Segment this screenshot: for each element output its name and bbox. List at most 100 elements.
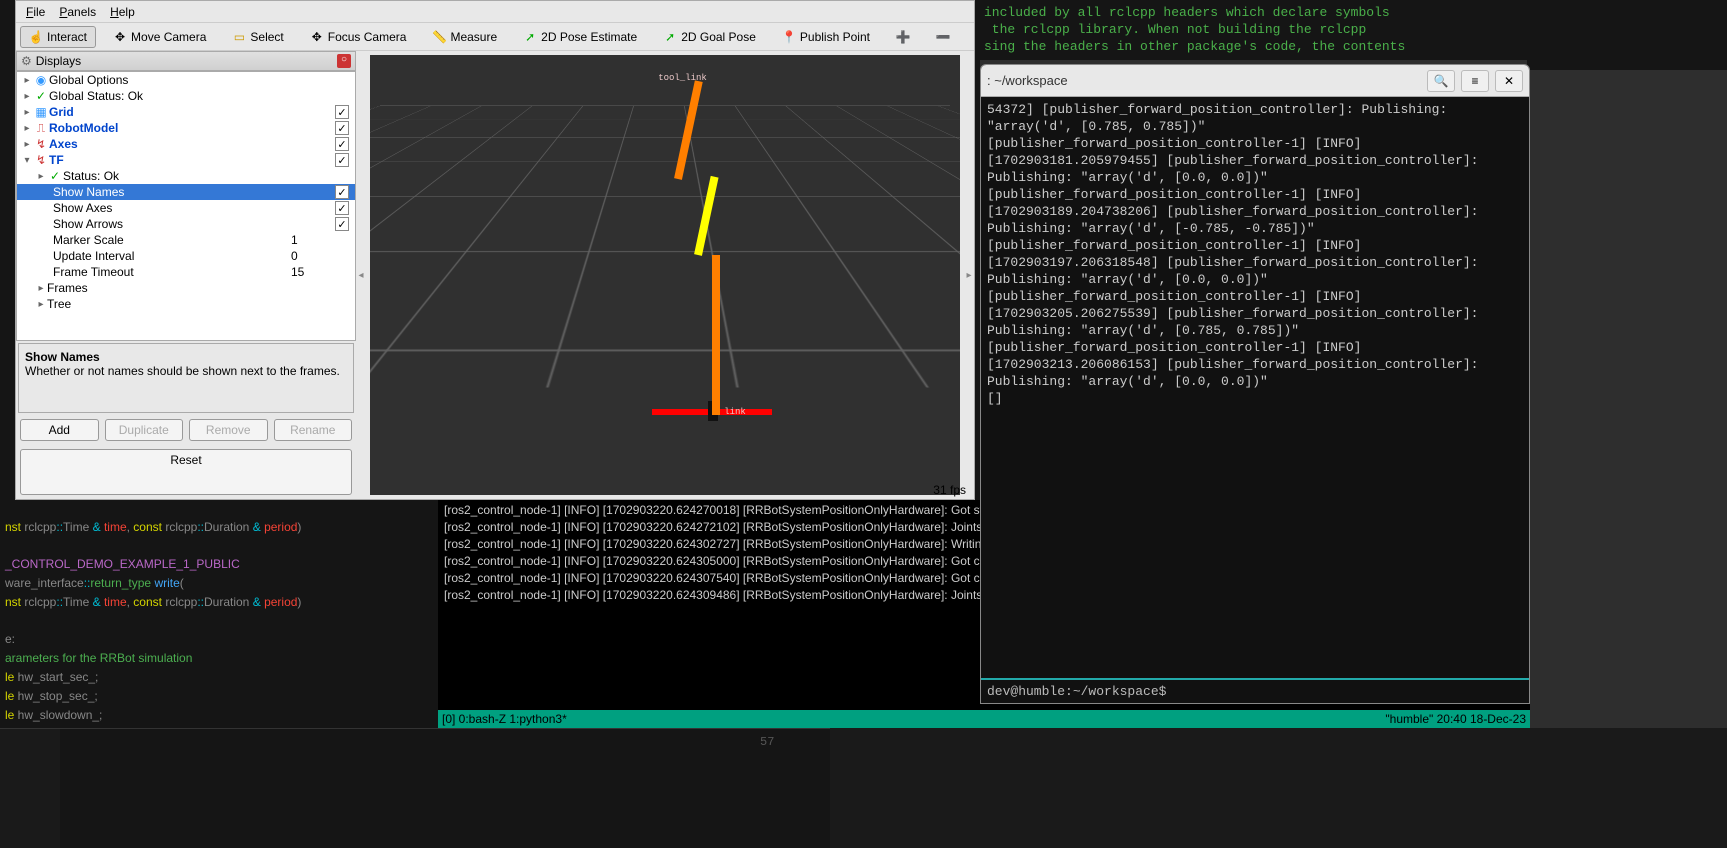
menu-file[interactable]: File [20,3,51,21]
tool-label: Interact [47,30,87,44]
tree-update-interval[interactable]: Update Interval0 [17,248,355,264]
show-names-checkbox[interactable]: ✓ [335,185,349,199]
tool-focus-camera[interactable]: ✥ Focus Camera [301,26,416,48]
tree-label: Frame Timeout [53,265,291,279]
show-arrows-checkbox[interactable]: ✓ [335,217,349,231]
tree-show-arrows[interactable]: Show Arrows✓ [17,216,355,232]
tool-add[interactable]: ➕ [887,26,919,48]
close-button[interactable]: ✕ [1495,70,1523,92]
tool-interact[interactable]: ☝Interact [20,26,96,48]
tmux-status-right: "humble" 20:40 18-Dec-23 [1385,711,1526,728]
terminal-prompt[interactable]: dev@humble:~/workspace$ [981,678,1529,703]
editor-gutter [0,729,60,848]
tree-label: Frames [47,281,355,295]
tool-label: 2D Pose Estimate [541,30,637,44]
tool-label: Focus Camera [328,30,407,44]
robot-link1 [712,255,720,415]
close-icon[interactable]: ○ [337,54,351,68]
displays-panel-title[interactable]: ⚙ Displays ○ [16,51,356,71]
tree-label: Global Status: Ok [49,89,355,103]
tree-label: TF [49,153,335,167]
menu-button[interactable]: ≡ [1461,70,1489,92]
tool-measure[interactable]: 📏 Measure [423,26,506,48]
editor-minimap [830,728,1727,848]
tree-global-status[interactable]: ▸✓Global Status: Ok [17,88,355,104]
terminal-titlebar[interactable]: : ~/workspace 🔍 ≡ ✕ [981,65,1529,97]
pose-estimate-icon: ➚ [523,30,537,44]
check-icon: ✓ [33,89,49,103]
tool-label: Select [250,30,283,44]
panel-resizer-left[interactable]: ◂ [356,51,366,499]
tree-value[interactable]: 0 [291,249,351,263]
code-line: le hw_start_sec_; [5,670,98,684]
bg-code-header: included by all rclcpp headers which dec… [980,0,1530,60]
tree-status-ok[interactable]: ▸✓Status: Ok [17,168,355,184]
close-icon: ✕ [1504,74,1514,88]
plus-icon: ➕ [896,30,910,44]
tmux-status-left: [0] 0:bash-Z 1:python3* [442,711,567,728]
menubar: File Panels Help [16,1,974,23]
rename-button[interactable]: Rename [274,419,353,441]
tree-label: Status: Ok [63,169,355,183]
tree-robot-model[interactable]: ▸⎍RobotModel✓ [17,120,355,136]
tool-label: 2D Goal Pose [681,30,756,44]
tree-axes[interactable]: ▸↯Axes✓ [17,136,355,152]
fps-counter: 31 fps [933,483,966,497]
duplicate-button[interactable]: Duplicate [105,419,184,441]
tree-frame-timeout[interactable]: Frame Timeout15 [17,264,355,280]
tree-marker-scale[interactable]: Marker Scale1 [17,232,355,248]
tool-select[interactable]: ▭Select [223,26,292,48]
tree-value[interactable]: 15 [291,265,351,279]
displays-panel: ⚙ Displays ○ ▸◉Global Options ▸✓Global S… [16,51,356,499]
measure-icon: 📏 [432,30,446,44]
grid-icon: ▦ [33,105,49,119]
remove-button[interactable]: Remove [189,419,268,441]
axes-checkbox[interactable]: ✓ [335,137,349,151]
code-line: nst rclcpp::Time & time, const rclcpp::D… [5,595,301,609]
tool-2d-pose-estimate[interactable]: ➚ 2D Pose Estimate [514,26,646,48]
tf-checkbox[interactable]: ✓ [335,153,349,167]
tree-show-names[interactable]: Show Names✓ [17,184,355,200]
grid-checkbox[interactable]: ✓ [335,105,349,119]
minus-icon: ➖ [936,30,950,44]
tree-label: Tree [47,297,355,311]
tree-grid[interactable]: ▸▦Grid✓ [17,104,355,120]
tree-value[interactable]: 1 [291,233,351,247]
tree-show-axes[interactable]: Show Axes✓ [17,200,355,216]
tree-tf[interactable]: ▾↯TF✓ [17,152,355,168]
code-line: ware_interface::return_type write( [5,576,184,590]
reset-button[interactable]: Reset [20,449,352,495]
show-axes-checkbox[interactable]: ✓ [335,201,349,215]
robotmodel-checkbox[interactable]: ✓ [335,121,349,135]
tree-global-options[interactable]: ▸◉Global Options [17,72,355,88]
move-camera-icon: ✥ [113,30,127,44]
focus-icon: ✥ [310,30,324,44]
tool-label: Move Camera [131,30,206,44]
editor-line-number: 57 [760,735,774,749]
tool-remove[interactable]: ➖ [927,26,959,48]
tool-2d-goal-pose[interactable]: ➚ 2D Goal Pose [654,26,765,48]
tree-label: Grid [49,105,335,119]
terminal-output[interactable]: 54372] [publisher_forward_position_contr… [981,97,1529,678]
tree-tree[interactable]: ▸Tree [17,296,355,312]
3d-canvas[interactable]: tool_link link [370,55,960,495]
publish-point-icon: 📍 [782,30,796,44]
tmux-status-bar: [0] 0:bash-Z 1:python3* "humble" 20:40 1… [438,710,1530,728]
desc-body: Whether or not names should be shown nex… [25,364,340,378]
menu-help[interactable]: Help [104,3,141,21]
hamburger-icon: ≡ [1471,74,1478,88]
add-button[interactable]: Add [20,419,99,441]
menu-panels[interactable]: Panels [53,3,102,21]
desc-title: Show Names [25,350,100,364]
tool-move-camera[interactable]: ✥ Move Camera [104,26,215,48]
terminal-window: : ~/workspace 🔍 ≡ ✕ 54372] [publisher_fo… [980,64,1530,704]
displays-tree[interactable]: ▸◉Global Options ▸✓Global Status: Ok ▸▦G… [16,71,356,341]
tree-label: RobotModel [49,121,335,135]
robot-icon: ⎍ [33,121,49,136]
tool-publish-point[interactable]: 📍Publish Point [773,26,879,48]
search-button[interactable]: 🔍 [1427,70,1455,92]
tool-label: Measure [450,30,497,44]
panel-resizer-right[interactable]: ▸ [964,51,974,499]
tree-frames[interactable]: ▸Frames [17,280,355,296]
goal-pose-icon: ➚ [663,30,677,44]
